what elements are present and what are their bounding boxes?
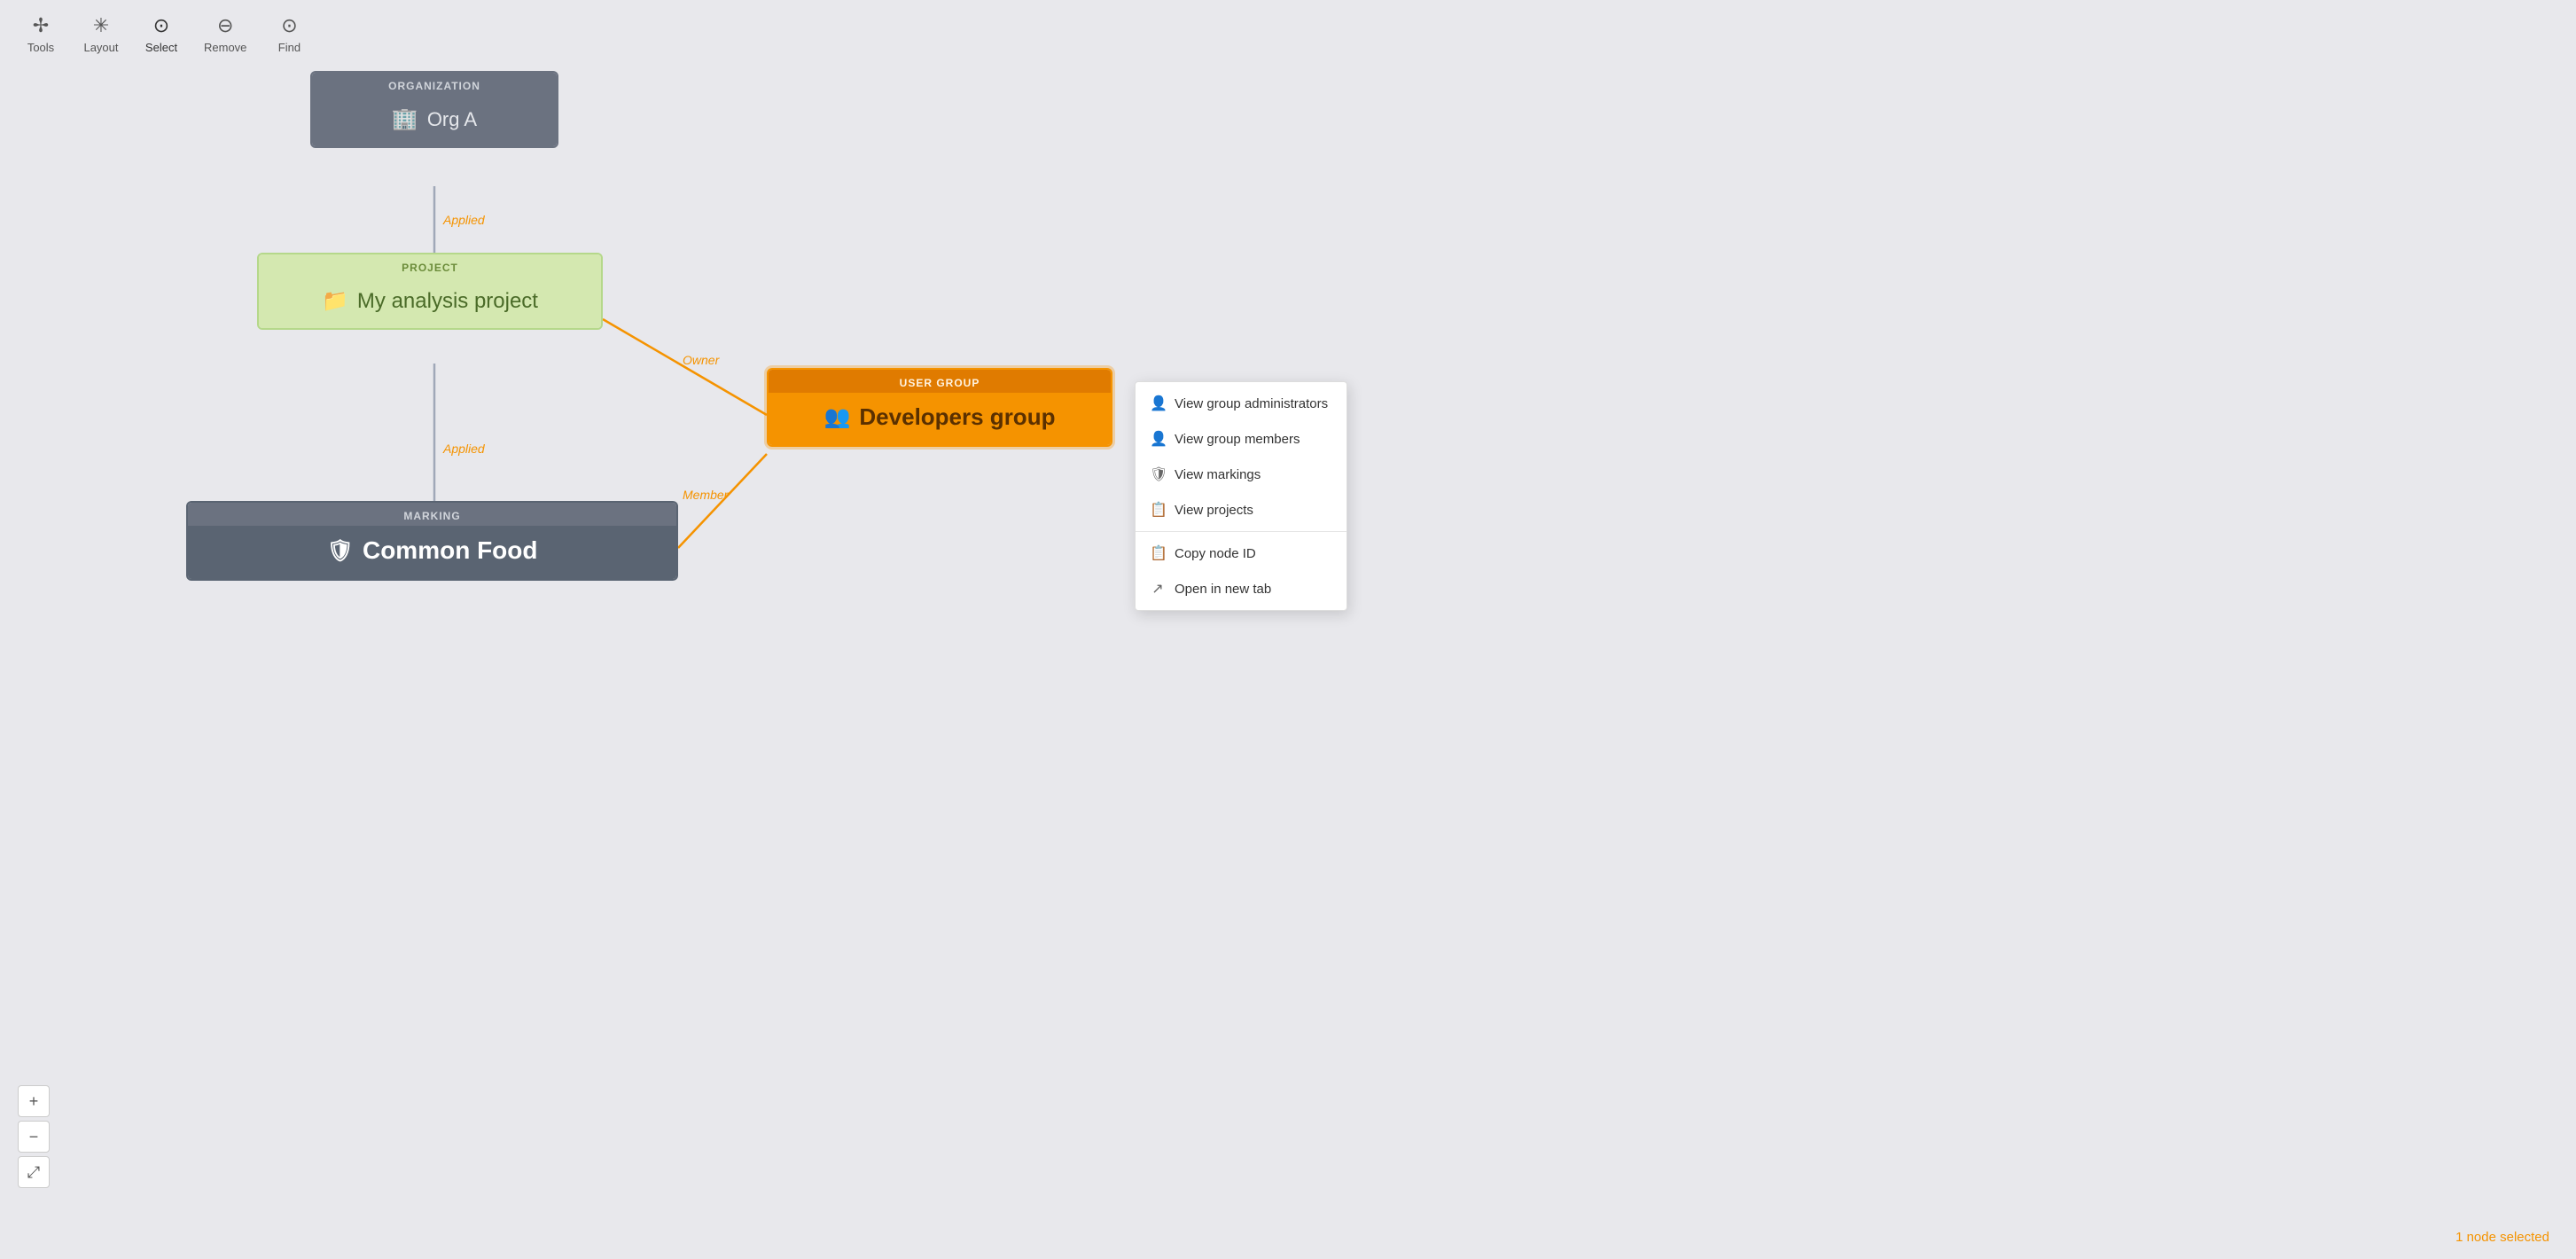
context-menu-item-open-new-tab[interactable]: ↗ Open in new tab	[1136, 571, 1347, 606]
copy-node-id-icon: 📋	[1150, 544, 1166, 562]
context-menu-item-view-admins[interactable]: 👤 View group administrators	[1136, 386, 1347, 421]
applied-label-2: Applied	[443, 442, 485, 456]
usergroup-name: Developers group	[859, 403, 1055, 431]
project-node-body: 📁 My analysis project	[259, 278, 601, 328]
marking-node-body: 🛡 Common Food	[188, 526, 676, 579]
status-text: 1 node selected	[2455, 1230, 2549, 1245]
usergroup-node-header: USER GROUP	[769, 370, 1111, 393]
org-node[interactable]: ORGANIZATION 🏢 Org A	[310, 71, 558, 148]
view-members-icon: 👤	[1150, 430, 1166, 448]
view-markings-label: View markings	[1175, 467, 1261, 482]
layout-button[interactable]: ✳ Layout	[74, 9, 128, 59]
org-name: Org A	[427, 108, 477, 131]
copy-node-id-label: Copy node ID	[1175, 546, 1256, 561]
org-node-header: ORGANIZATION	[312, 73, 557, 96]
project-name: My analysis project	[357, 289, 538, 314]
view-admins-label: View group administrators	[1175, 396, 1328, 411]
open-new-tab-label: Open in new tab	[1175, 582, 1271, 597]
usergroup-node-body: 👥 Developers group	[769, 393, 1111, 445]
select-icon: ⊙	[153, 14, 169, 37]
project-icon: 📁	[322, 288, 348, 314]
context-menu-item-copy-node-id[interactable]: 📋 Copy node ID	[1136, 536, 1347, 571]
context-menu-item-view-projects[interactable]: 📋 View projects	[1136, 492, 1347, 528]
project-node[interactable]: PROJECT 📁 My analysis project	[257, 253, 603, 330]
org-node-body: 🏢 Org A	[312, 96, 557, 146]
open-new-tab-icon: ↗	[1150, 580, 1166, 598]
marking-node[interactable]: MARKING 🛡 Common Food	[186, 501, 678, 581]
member-label: Member	[683, 488, 728, 502]
context-menu-item-view-members[interactable]: 👤 View group members	[1136, 421, 1347, 457]
move-icon: ✢	[33, 14, 49, 37]
owner-label: Owner	[683, 353, 719, 367]
view-projects-label: View projects	[1175, 503, 1253, 518]
zoom-in-button[interactable]: +	[18, 1085, 50, 1117]
zoom-out-button[interactable]: −	[18, 1121, 50, 1153]
usergroup-node[interactable]: USER GROUP 👥 Developers group	[767, 368, 1112, 447]
context-menu: 👤 View group administrators 👤 View group…	[1135, 381, 1347, 611]
marking-node-header: MARKING	[188, 503, 676, 526]
usergroup-icon: 👥	[824, 404, 851, 430]
find-button[interactable]: ⊙ Find	[262, 9, 316, 59]
view-projects-icon: 📋	[1150, 501, 1166, 519]
remove-button[interactable]: ⊖ Remove	[195, 9, 255, 59]
remove-icon: ⊖	[217, 14, 233, 37]
view-admins-icon: 👤	[1150, 395, 1166, 412]
org-icon: 🏢	[392, 106, 418, 132]
tools-button[interactable]: ✢ Tools	[14, 9, 67, 59]
find-icon: ⊙	[281, 14, 297, 37]
context-menu-item-view-markings[interactable]: 🛡 View markings	[1136, 457, 1347, 492]
zoom-controls: + − ⤢	[18, 1085, 50, 1188]
project-node-header: PROJECT	[259, 254, 601, 278]
toolbar: ✢ Tools ✳ Layout ⊙ Select ⊖ Remove ⊙ Fin…	[0, 0, 330, 68]
applied-label-1: Applied	[443, 213, 485, 227]
marking-name: Common Food	[363, 536, 538, 565]
zoom-fit-button[interactable]: ⤢	[18, 1156, 50, 1188]
layout-icon: ✳	[93, 14, 109, 37]
context-menu-divider	[1136, 531, 1347, 532]
marking-icon: 🛡	[327, 538, 354, 564]
status-bar: 1 node selected	[2455, 1230, 2549, 1245]
view-markings-icon: 🛡	[1150, 465, 1166, 483]
select-button[interactable]: ⊙ Select	[135, 9, 188, 59]
view-members-label: View group members	[1175, 432, 1300, 447]
